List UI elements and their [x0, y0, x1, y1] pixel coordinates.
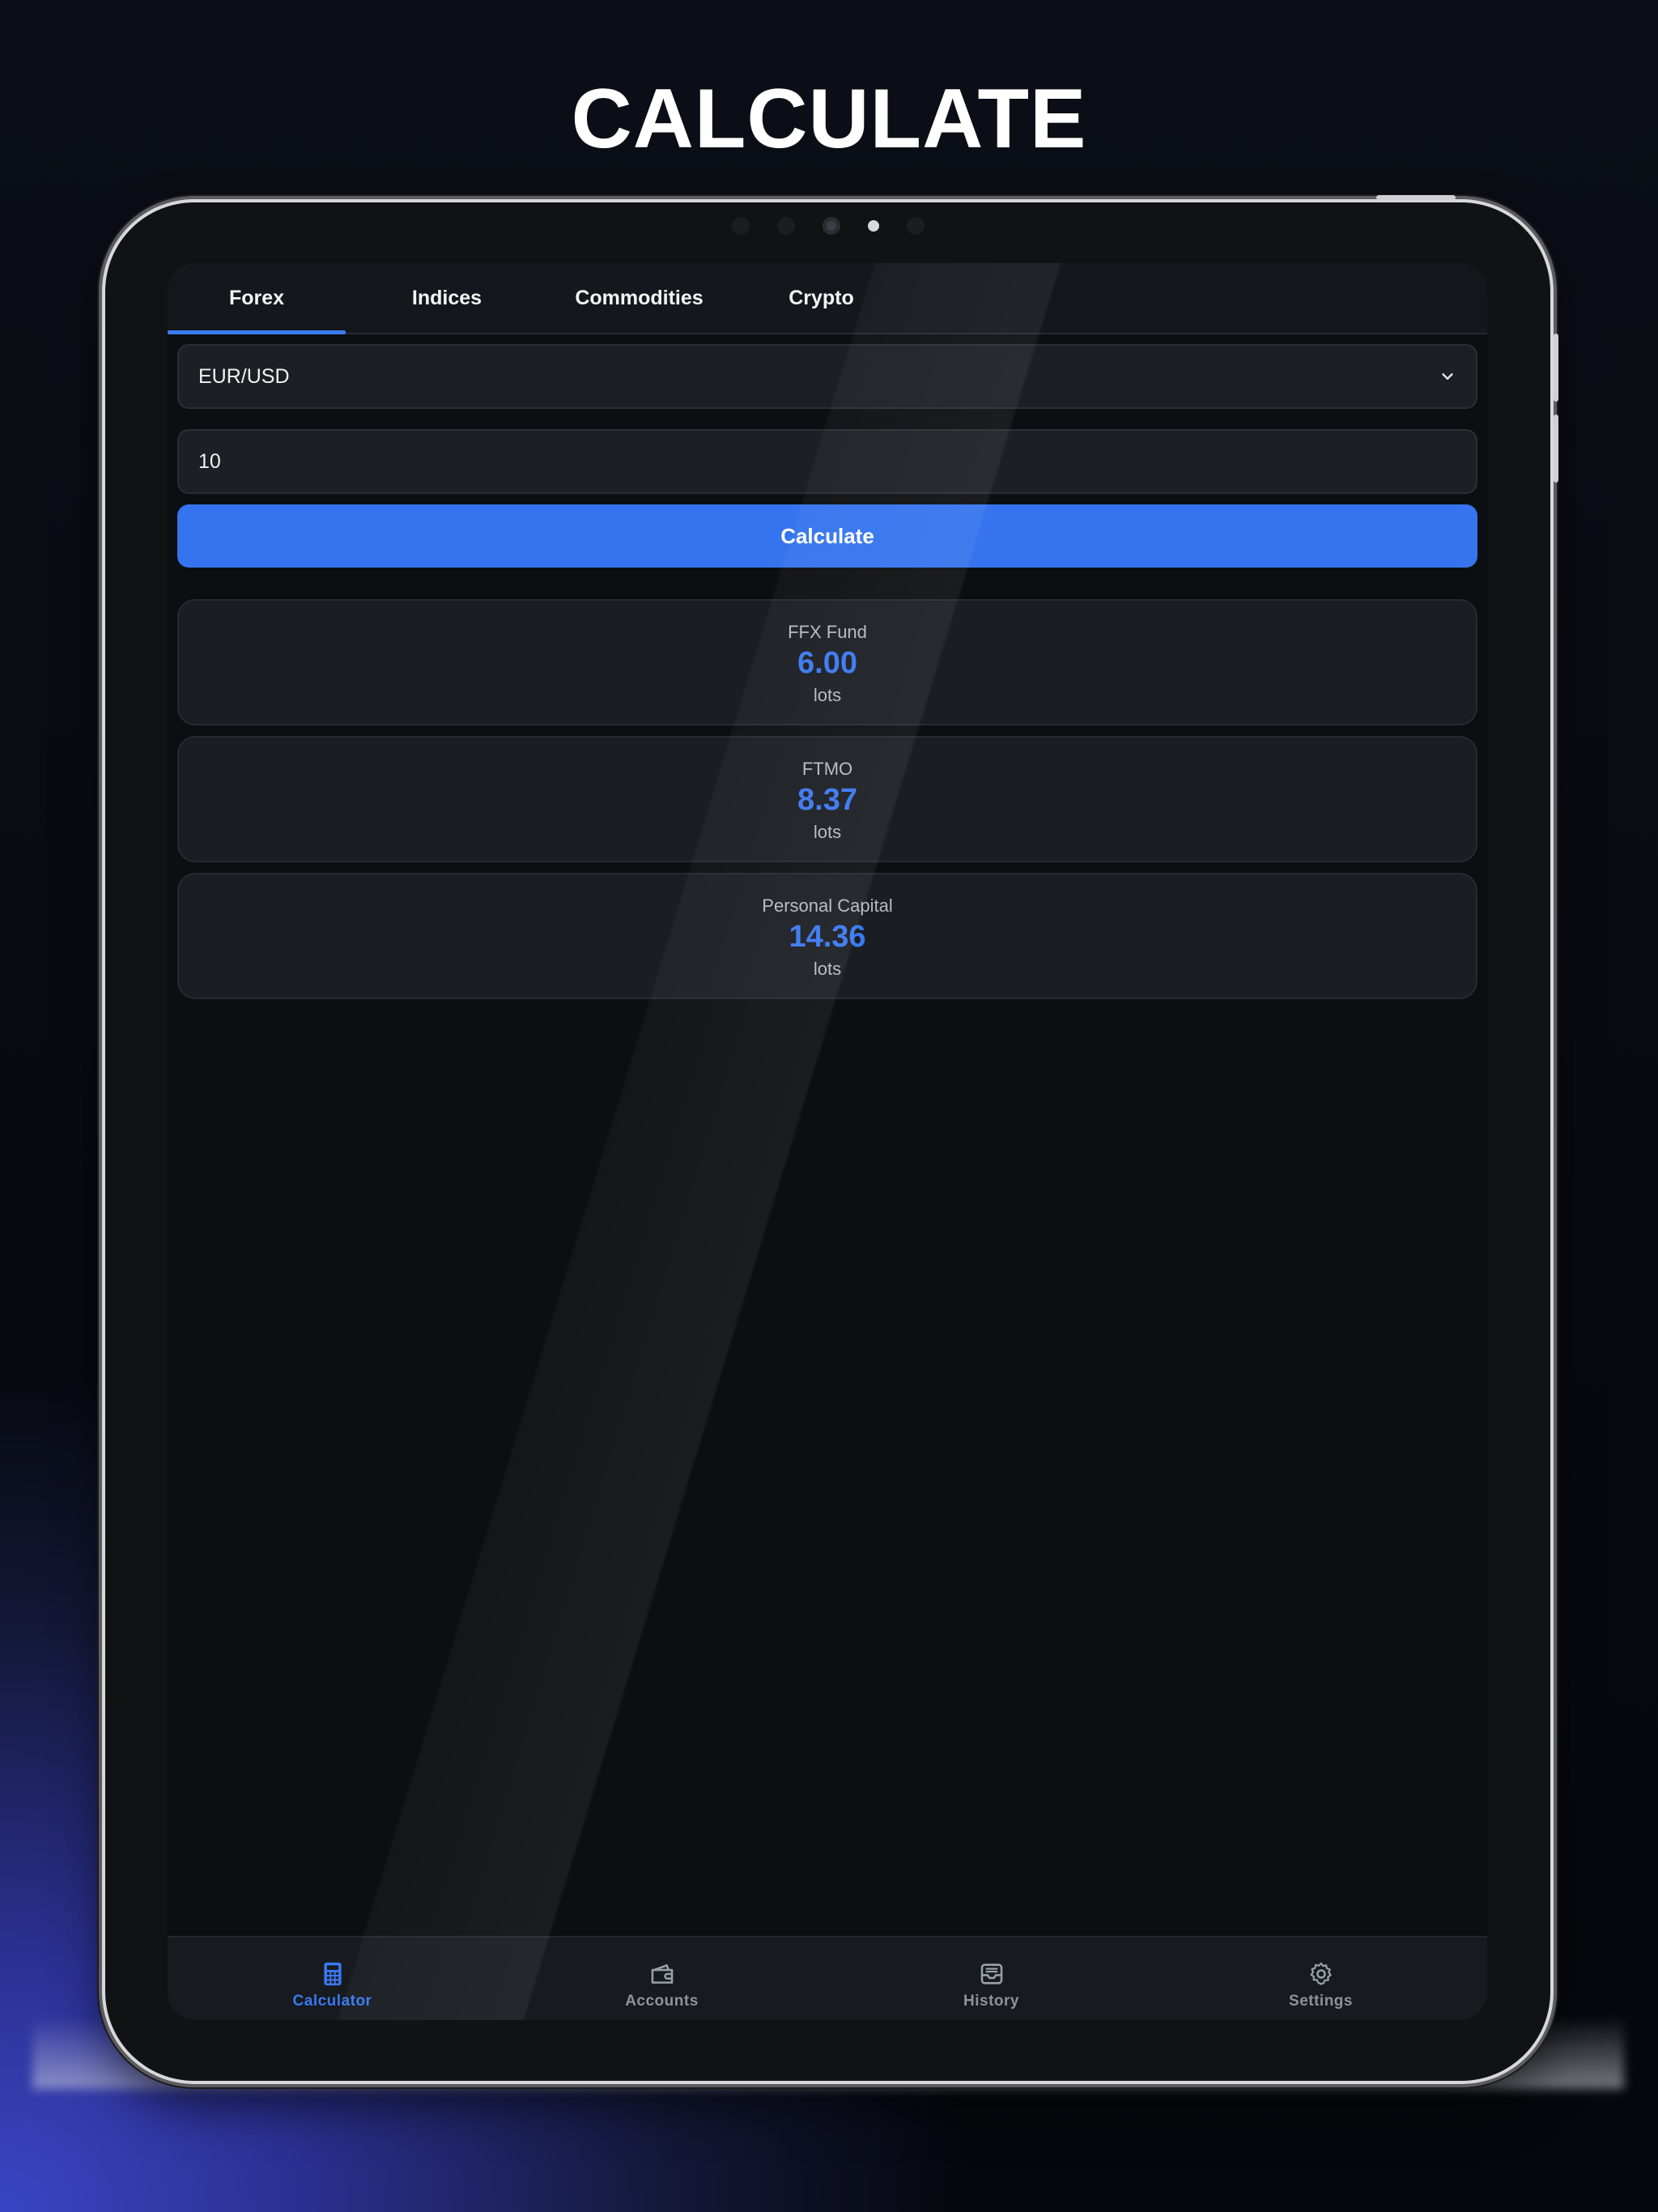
sensor-dot [906, 217, 925, 235]
tab-label: Crypto [789, 286, 854, 309]
nav-calculator[interactable]: Calculator [168, 1938, 497, 2020]
result-unit: lots [813, 822, 842, 842]
marketing-headline: CALCULATE [571, 72, 1087, 166]
inbox-icon [980, 1963, 1002, 1984]
indicator-light [867, 220, 879, 232]
tab-indices[interactable]: Indices [346, 263, 548, 333]
wallet-icon [651, 1964, 673, 1984]
tab-forex[interactable]: Forex [168, 263, 346, 334]
sensor-dot [731, 217, 750, 235]
selected-pair: EUR/USD [198, 364, 290, 388]
app-screen: Forex Indices Commodities Crypto EUR/USD… [168, 263, 1487, 2020]
tablet-frame: Forex Indices Commodities Crypto EUR/USD… [105, 195, 1558, 2081]
result-unit: lots [813, 959, 842, 979]
nav-settings[interactable]: Settings [1156, 1938, 1486, 2020]
currency-pair-select[interactable]: EUR/USD [177, 344, 1477, 409]
nav-label: History [963, 1993, 1019, 2010]
sensor-dot [776, 217, 795, 235]
amount-input[interactable]: 10 [177, 429, 1477, 494]
camera-lens [822, 217, 840, 235]
result-value: 8.37 [797, 783, 857, 817]
nav-accounts[interactable]: Accounts [497, 1938, 827, 2020]
result-name: Personal Capital [762, 895, 893, 916]
result-card-ftmo: FTMO 8.37 lots [177, 736, 1477, 862]
tab-crypto[interactable]: Crypto [730, 263, 912, 333]
bottom-tab-bar: Calculator Accounts History Settings [168, 1936, 1487, 2020]
tab-commodities[interactable]: Commodities [548, 263, 730, 333]
result-card-ffx-fund: FFX Fund 6.00 lots [177, 599, 1477, 725]
tab-label: Indices [411, 286, 483, 309]
camera-bar [105, 217, 1550, 235]
nav-label: Calculator [292, 1993, 372, 2010]
result-name: FFX Fund [788, 622, 867, 642]
tab-label: Forex [228, 286, 285, 309]
result-value: 6.00 [797, 646, 857, 680]
top-button [1376, 195, 1456, 200]
amount-value: 10 [198, 449, 221, 473]
tab-label: Commodities [575, 286, 704, 309]
nav-history[interactable]: History [827, 1938, 1156, 2020]
calculator-icon [323, 1962, 342, 1986]
result-unit: lots [813, 685, 842, 705]
volume-up-button [1554, 334, 1558, 402]
gear-icon [1310, 1962, 1332, 1985]
nav-label: Accounts [625, 1993, 699, 2010]
calculate-button[interactable]: Calculate [177, 504, 1477, 568]
nav-label: Settings [1289, 1993, 1353, 2010]
result-card-personal-capital: Personal Capital 14.36 lots [177, 873, 1477, 999]
market-tabs: Forex Indices Commodities Crypto [168, 263, 1487, 334]
volume-down-button [1554, 415, 1558, 483]
chevron-down-icon [1442, 373, 1453, 380]
result-name: FTMO [801, 759, 853, 779]
result-value: 14.36 [789, 920, 866, 954]
